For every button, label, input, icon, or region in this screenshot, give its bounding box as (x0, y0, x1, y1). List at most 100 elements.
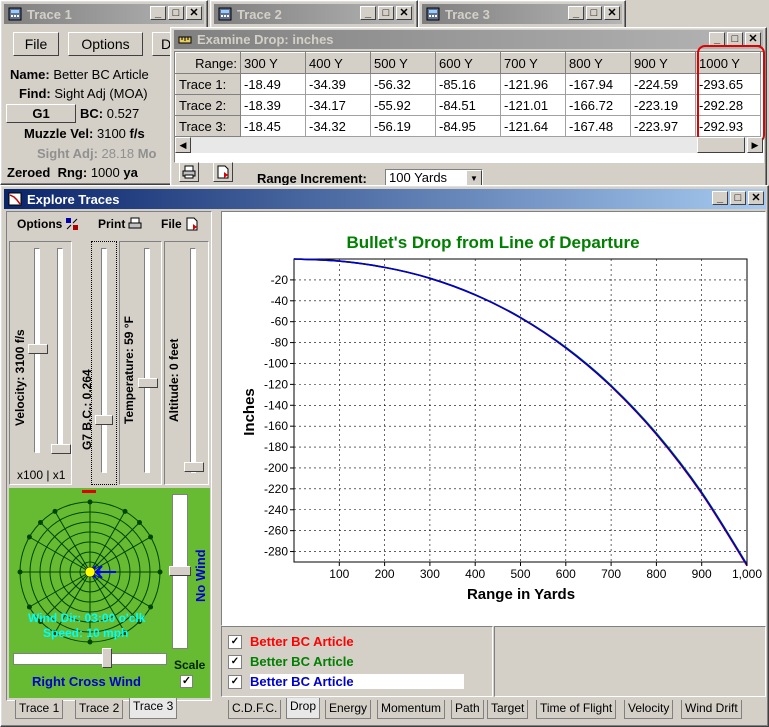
table-cell[interactable]: -55.92 (370, 94, 436, 116)
row-label: Trace 1: (175, 73, 241, 95)
table-cell[interactable]: -18.39 (240, 94, 306, 116)
wind-dir-slider-thumb[interactable] (102, 648, 112, 668)
horizontal-scrollbar[interactable]: ◀ ▶ (175, 137, 763, 153)
velocity-fine-slider-thumb[interactable] (51, 444, 71, 454)
name-value[interactable]: Better BC Article (53, 67, 148, 82)
altitude-slider-thumb[interactable] (184, 462, 204, 472)
file-button[interactable]: File (13, 32, 59, 56)
scale-checkbox-label: Scale (174, 658, 206, 672)
trace-tabs: Trace 1 Trace 2 Trace 3 (7, 698, 212, 720)
print-button[interactable] (179, 162, 199, 182)
close-button[interactable]: ✕ (745, 32, 761, 46)
scroll-right-button[interactable]: ▶ (747, 137, 763, 153)
wind-dir-slider-track[interactable] (13, 653, 167, 665)
wind-top-marker (82, 490, 96, 493)
print-menu[interactable]: Print (98, 217, 142, 231)
tab-trace-1[interactable]: Trace 1 (15, 700, 64, 719)
table-cell[interactable]: -121.01 (500, 94, 566, 116)
minimize-button[interactable]: _ (568, 6, 584, 20)
legend-checkbox[interactable]: ✓ (228, 634, 242, 649)
altitude-slider-track[interactable] (190, 248, 196, 473)
close-button[interactable]: ✕ (186, 6, 202, 20)
bc-slider-thumb[interactable] (95, 415, 113, 425)
table-cell[interactable]: -18.45 (240, 115, 306, 137)
table-cell[interactable]: -223.97 (630, 115, 696, 137)
close-button[interactable]: ✕ (604, 6, 620, 20)
minimize-button[interactable]: _ (709, 32, 725, 46)
options-menu[interactable]: Options (17, 217, 79, 231)
close-button[interactable]: ✕ (396, 6, 412, 20)
explore-titlebar[interactable]: Explore Traces _ □ ✕ (4, 189, 766, 209)
trace1-titlebar[interactable]: Trace 1 _ □ ✕ (4, 4, 204, 24)
bc-slider-track[interactable] (101, 248, 107, 473)
save-file-button[interactable] (213, 162, 233, 182)
tab-path[interactable]: Path (451, 700, 484, 719)
trace3-titlebar[interactable]: Trace 3 _ □ ✕ (422, 4, 622, 24)
table-cell[interactable]: -56.32 (370, 73, 436, 95)
tab-time-of-flight[interactable]: Time of Flight (536, 700, 617, 719)
x-tick-label: 800 (646, 567, 666, 581)
table-cell[interactable]: -18.49 (240, 73, 306, 95)
chevron-down-icon[interactable]: ▼ (466, 170, 482, 186)
examine-titlebar[interactable]: Examine Drop: inches _ □ ✕ (174, 30, 763, 49)
tab-trace-2[interactable]: Trace 2 (75, 700, 124, 719)
maximize-button[interactable]: □ (378, 6, 394, 20)
tab-momentum[interactable]: Momentum (377, 700, 446, 719)
tab-wind-drift[interactable]: Wind Drift (681, 700, 742, 719)
velocity-slider-thumb[interactable] (28, 344, 48, 354)
y-tick-label: -40 (271, 294, 289, 308)
table-cell[interactable]: -84.95 (435, 115, 501, 137)
scroll-thumb[interactable] (697, 137, 745, 153)
table-cell[interactable]: -166.72 (565, 94, 631, 116)
tab-velocity[interactable]: Velocity (624, 700, 674, 719)
tab-cdfc[interactable]: C.D.F.C. (228, 700, 282, 719)
bc-row: BC: 0.527 (80, 106, 140, 121)
table-cell[interactable]: -34.39 (305, 73, 371, 95)
minimize-button[interactable]: _ (150, 6, 166, 20)
range-increment-label: Range Increment: (257, 171, 367, 186)
table-cell[interactable]: -84.51 (435, 94, 501, 116)
minimize-button[interactable]: _ (360, 6, 376, 20)
tab-drop[interactable]: Drop (286, 698, 321, 719)
temperature-slider-track[interactable] (144, 248, 150, 473)
maximize-button[interactable]: □ (727, 32, 743, 46)
explore-title: Explore Traces (27, 191, 120, 207)
calculator-icon (426, 7, 440, 21)
table-cell[interactable]: -34.17 (305, 94, 371, 116)
legend-checkbox[interactable]: ✓ (228, 654, 242, 669)
maximize-button[interactable]: □ (586, 6, 602, 20)
table-cell[interactable]: -56.19 (370, 115, 436, 137)
cross-wind-label: Right Cross Wind (32, 674, 141, 689)
table-header: 600 Y (435, 52, 501, 74)
scroll-left-button[interactable]: ◀ (175, 137, 191, 153)
maximize-button[interactable]: □ (168, 6, 184, 20)
file-menu[interactable]: File (161, 217, 199, 231)
table-cell[interactable]: -223.19 (630, 94, 696, 116)
x-tick-label: 500 (510, 567, 530, 581)
minimize-button[interactable]: _ (712, 191, 728, 205)
options-button[interactable]: Options (68, 32, 143, 56)
table-cell[interactable]: -121.96 (500, 73, 566, 95)
table-cell[interactable]: -224.59 (630, 73, 696, 95)
find-value[interactable]: Sight Adj (MOA) (54, 86, 147, 101)
legend-checkbox[interactable]: ✓ (228, 674, 242, 689)
close-button[interactable]: ✕ (748, 191, 764, 205)
table-cell[interactable]: -121.64 (500, 115, 566, 137)
tab-energy[interactable]: Energy (325, 700, 372, 719)
tab-trace-3[interactable]: Trace 3 (129, 698, 178, 719)
trace2-titlebar[interactable]: Trace 2 _ □ ✕ (214, 4, 414, 24)
altitude-label: Altitude: 0 feet (167, 338, 181, 422)
legend-panel: ✓ Better BC Article ✓ Better BC Article … (221, 626, 493, 697)
wind-speed-slider-thumb[interactable] (169, 566, 191, 576)
table-cell[interactable]: -85.16 (435, 73, 501, 95)
tab-target[interactable]: Target (487, 700, 529, 719)
scale-checkbox[interactable]: ✓ (180, 675, 193, 688)
table-cell[interactable]: -34.32 (305, 115, 371, 137)
g1-button[interactable]: G1 (6, 104, 76, 123)
maximize-button[interactable]: □ (730, 191, 746, 205)
table-cell[interactable]: -167.94 (565, 73, 631, 95)
x-tick-label: 1,000 (732, 567, 762, 581)
temperature-slider-thumb[interactable] (138, 378, 158, 388)
velocity-fine-slider-track[interactable] (57, 248, 63, 453)
table-cell[interactable]: -167.48 (565, 115, 631, 137)
